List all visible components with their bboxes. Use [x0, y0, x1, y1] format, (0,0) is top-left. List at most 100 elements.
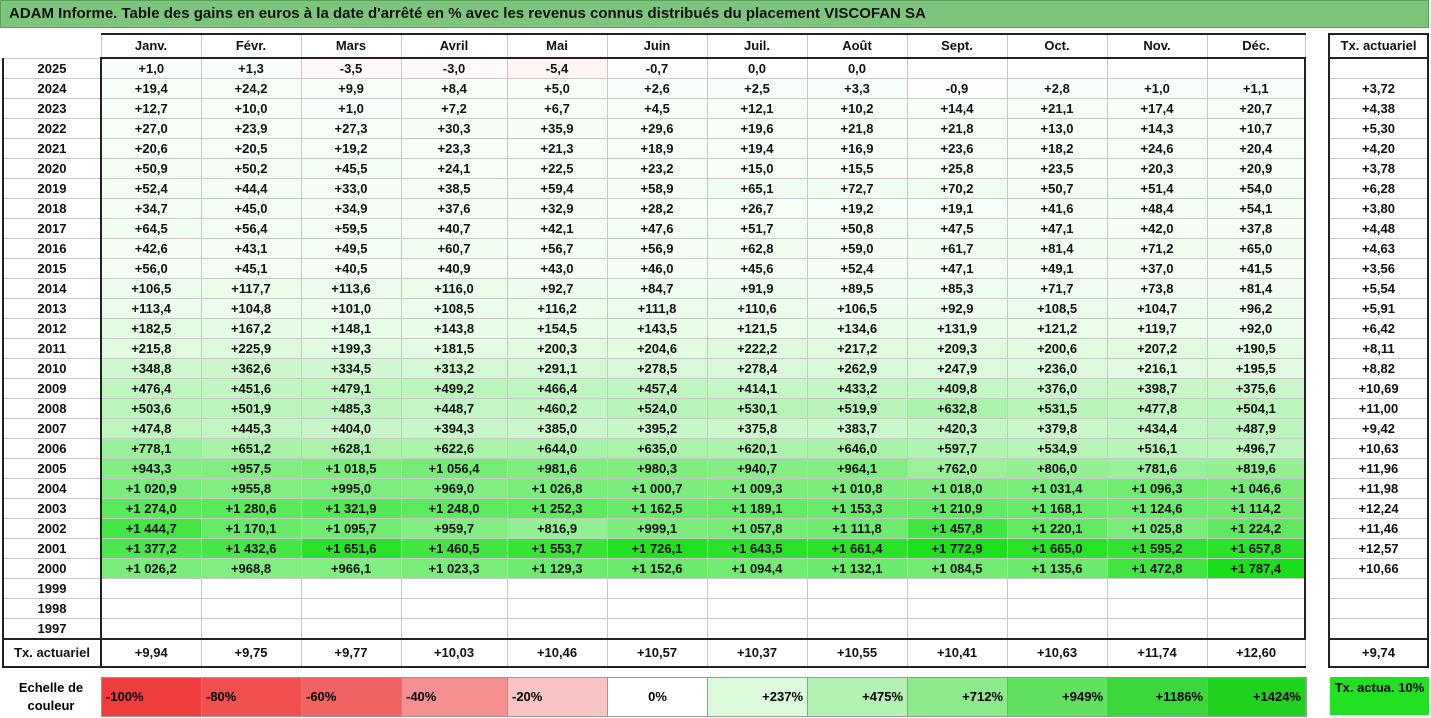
gain-cell: +1 189,1: [706, 498, 808, 519]
gain-cell: +451,6: [200, 378, 302, 399]
month-header: Févr.: [200, 33, 302, 59]
gain-cell: +43,1: [200, 238, 302, 259]
gain-cell: +24,2: [200, 78, 302, 99]
tx-cell: +3,56: [1328, 258, 1429, 279]
gain-cell: +383,7: [806, 418, 908, 439]
gain-cell: [1006, 578, 1108, 599]
gain-cell: +968,8: [200, 558, 302, 579]
gain-cell: +940,7: [706, 458, 808, 479]
table-row: 2013 +113,4 +104,8 +101,0 +108,5 +116,2 +111,8…: [2, 298, 1306, 319]
gain-cell: [400, 618, 508, 640]
gain-cell: +1 457,8: [906, 518, 1008, 539]
gain-cell: +81,4: [1006, 238, 1108, 259]
gain-cell: +414,1: [706, 378, 808, 399]
gain-cell: +19,2: [300, 138, 402, 159]
table-row: 2020 +50,9 +50,2 +45,5 +24,1 +22,5 +23,2 +15,0 +…: [2, 158, 1306, 179]
gain-cell: +460,2: [506, 398, 608, 419]
gain-cell: +516,1: [1106, 438, 1208, 459]
gain-cell: +651,2: [200, 438, 302, 459]
year-cell: 2002: [2, 518, 102, 539]
gain-cell: +121,5: [706, 318, 808, 339]
gain-cell: +531,5: [1006, 398, 1108, 419]
gain-cell: +955,8: [200, 478, 302, 499]
gain-cell: -3,5: [300, 57, 402, 79]
gain-cell: +37,0: [1106, 258, 1208, 279]
gain-cell: +278,4: [706, 358, 808, 379]
gain-cell: +375,6: [1206, 378, 1306, 399]
month-header: Juil.: [706, 33, 808, 59]
gain-cell: +376,0: [1006, 378, 1108, 399]
gain-cell: +628,1: [300, 438, 402, 459]
gain-cell: +1 096,3: [1106, 478, 1208, 499]
gain-cell: +24,6: [1106, 138, 1208, 159]
gain-cell: [300, 578, 402, 599]
footer-cell: +10,41: [906, 638, 1008, 668]
gain-cell: +404,0: [300, 418, 402, 439]
gain-cell: +84,7: [606, 278, 708, 299]
gain-cell: +104,8: [200, 298, 302, 319]
gain-cell: [1006, 57, 1108, 79]
gain-cell: +1 657,8: [1206, 538, 1306, 559]
gain-cell: +635,0: [606, 438, 708, 459]
gain-cell: +19,4: [100, 78, 202, 99]
table-row: 1997: [2, 618, 1306, 640]
gain-cell: +479,1: [300, 378, 402, 399]
scale-cell: +237%: [708, 678, 808, 716]
gain-cell: +1 153,3: [806, 498, 908, 519]
gain-cell: +448,7: [400, 398, 508, 419]
year-cell: 2004: [2, 478, 102, 499]
gain-cell: [1106, 598, 1208, 619]
gain-cell: +1 026,2: [100, 558, 202, 579]
gain-cell: +14,3: [1106, 118, 1208, 139]
tx-cell: +9,42: [1328, 418, 1429, 439]
gain-cell: +519,9: [806, 398, 908, 419]
gain-cell: +116,2: [506, 298, 608, 319]
year-cell: 1999: [2, 578, 102, 599]
gain-cell: +1 057,8: [706, 518, 808, 539]
year-cell: 2003: [2, 498, 102, 519]
tx-row: +8,82: [1328, 358, 1429, 379]
month-header: Janv.: [100, 33, 202, 59]
gain-cell: [1106, 578, 1208, 599]
gain-cell: +1 111,8: [806, 518, 908, 539]
gain-cell: +204,6: [606, 338, 708, 359]
gain-cell: +620,1: [706, 438, 808, 459]
tx-row: [1328, 578, 1429, 599]
tx-row: +10,69: [1328, 378, 1429, 399]
gain-cell: +1 114,2: [1206, 498, 1306, 519]
table-row: 2004 +1 020,9 +955,8 +995,0 +969,0 +1 026,8 +1…: [2, 478, 1306, 499]
gain-cell: +632,8: [906, 398, 1008, 419]
gain-cell: +113,6: [300, 278, 402, 299]
gain-cell: +215,8: [100, 338, 202, 359]
gain-cell: +1 643,5: [706, 538, 808, 559]
tx-header: Tx. actuariel: [1328, 33, 1429, 59]
tx-cell: +5,91: [1328, 298, 1429, 319]
table-row: 2014 +106,5 +117,7 +113,6 +116,0 +92,7 +84,7 +9…: [2, 278, 1306, 299]
gain-cell: +1 280,6: [200, 498, 302, 519]
table-row: 2021 +20,6 +20,5 +19,2 +23,3 +21,3 +18,9 +19,4 +…: [2, 138, 1306, 159]
gain-cell: +806,0: [1006, 458, 1108, 479]
gain-cell: [1106, 618, 1208, 640]
gain-cell: +21,3: [506, 138, 608, 159]
gain-cell: +995,0: [300, 478, 402, 499]
gain-cell: +262,9: [806, 358, 908, 379]
gain-cell: +1 000,7: [606, 478, 708, 499]
gain-cell: +89,5: [806, 278, 908, 299]
gain-cell: +1,1: [1206, 78, 1306, 99]
gain-cell: +816,9: [506, 518, 608, 539]
gain-cell: +5,0: [506, 78, 608, 99]
footer-cell: +10,46: [506, 638, 608, 668]
month-header: Déc.: [1206, 33, 1306, 59]
gain-cell: [1006, 598, 1108, 619]
year-cell: 1998: [2, 598, 102, 619]
gain-cell: +222,2: [706, 338, 808, 359]
gain-cell: +379,8: [1006, 418, 1108, 439]
tx-footer-row: +9,74: [1328, 638, 1429, 668]
gain-cell: +15,5: [806, 158, 908, 179]
gain-cell: [606, 598, 708, 619]
gain-cell: +1 787,4: [1206, 558, 1306, 579]
gain-cell: +10,2: [806, 98, 908, 119]
tx-cell: [1328, 578, 1429, 599]
gain-cell: +1 726,1: [606, 538, 708, 559]
gain-cell: +1,0: [100, 57, 202, 79]
